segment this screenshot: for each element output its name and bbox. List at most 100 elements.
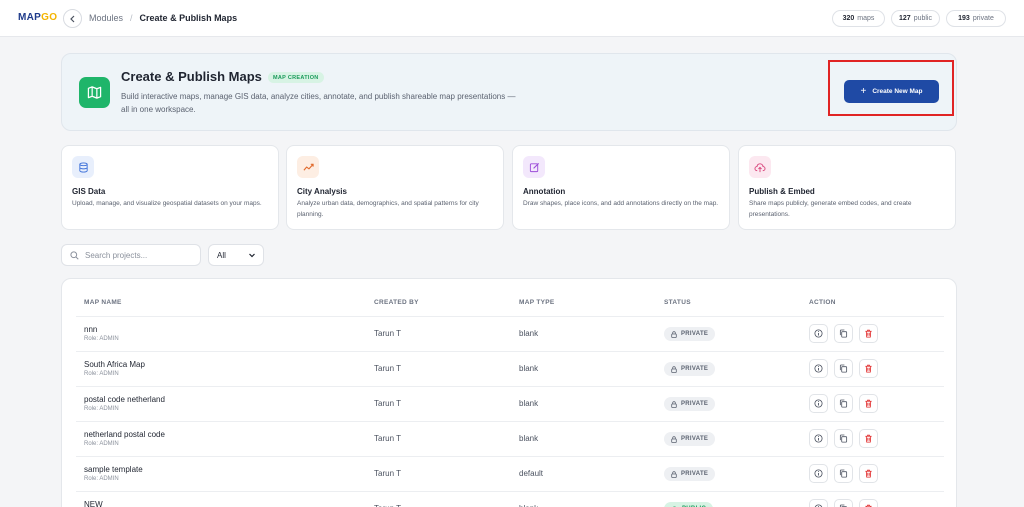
map-type: blank — [519, 364, 539, 373]
edit-icon — [523, 156, 545, 178]
map-role: Role: ADMIN — [84, 406, 119, 412]
info-icon — [814, 329, 823, 338]
trash-icon — [865, 469, 872, 478]
map-name[interactable]: sample template — [84, 465, 143, 474]
status-badge: PRIVATE — [664, 362, 716, 376]
copy-icon — [839, 329, 848, 338]
map-name[interactable]: netherland postal code — [84, 430, 165, 439]
duplicate-button[interactable] — [834, 464, 853, 483]
created-by: Tarun T — [374, 469, 401, 478]
created-by: Tarun T — [374, 329, 401, 338]
status-label: PRIVATE — [681, 331, 709, 337]
column-header-status: STATUS — [664, 299, 691, 306]
private-count-badge: 193 private — [946, 10, 1006, 27]
public-count-badge: 127 public — [891, 10, 940, 27]
status-badge: PUBLIC — [664, 502, 714, 507]
duplicate-button[interactable] — [834, 429, 853, 448]
top-bar: MAPGO Modules / Create & Publish Maps 32… — [0, 0, 1024, 37]
database-icon — [72, 156, 94, 178]
highlight-annotation — [828, 60, 954, 116]
status-badge: PRIVATE — [664, 467, 716, 481]
feature-card-city-analysis[interactable]: City Analysis Analyze urban data, demogr… — [286, 145, 504, 230]
copy-icon — [839, 399, 848, 408]
table-row[interactable]: South Africa Map Role: ADMIN Tarun T blank P… — [76, 351, 944, 386]
maps-table: MAP NAME CREATED BY MAP TYPE STATUS ACTI… — [61, 278, 957, 507]
breadcrumb-modules[interactable]: Modules — [89, 13, 123, 23]
back-button[interactable] — [63, 9, 82, 28]
map-name[interactable]: NEW — [84, 500, 103, 507]
copy-icon — [839, 364, 848, 373]
table-row[interactable]: NEWRole: ADMINTarun TblankPUBLIC — [76, 491, 944, 507]
delete-button[interactable] — [859, 429, 878, 448]
table-row[interactable]: nnn Role: ADMIN Tarun T blank PRIVATE — [76, 316, 944, 351]
page-title: Create & Publish Maps — [121, 69, 262, 84]
feature-title: Publish & Embed — [749, 187, 815, 196]
delete-button[interactable] — [859, 324, 878, 343]
map-role: Role: ADMIN — [84, 476, 119, 482]
map-role: Role: ADMIN — [84, 336, 119, 342]
copy-icon — [839, 434, 848, 443]
feature-description: Analyze urban data, demographics, and sp… — [297, 200, 479, 218]
lock-icon — [671, 400, 677, 408]
logo-accent: GO — [41, 12, 58, 23]
column-header-created-by: CREATED BY — [374, 299, 419, 306]
feature-card-publish-embed[interactable]: Publish & Embed Share maps publicly, gen… — [738, 145, 956, 230]
feature-description: Upload, manage, and visualize geospatial… — [72, 200, 262, 207]
lock-icon — [671, 365, 677, 373]
page-description: Build interactive maps, manage GIS data,… — [121, 92, 516, 114]
copy-icon — [839, 469, 848, 478]
status-badge: PRIVATE — [664, 397, 716, 411]
feature-description: Share maps publicly, generate embed code… — [749, 200, 912, 218]
map-name[interactable]: postal code netherland — [84, 395, 165, 404]
delete-button[interactable] — [859, 464, 878, 483]
feature-card-annotation[interactable]: Annotation Draw shapes, place icons, and… — [512, 145, 730, 230]
search-icon — [70, 250, 79, 260]
trash-icon — [865, 434, 872, 443]
breadcrumb-separator: / — [130, 13, 133, 23]
info-button[interactable] — [809, 394, 828, 413]
delete-button[interactable] — [859, 394, 878, 413]
cloud-upload-icon — [749, 156, 771, 178]
status-badge: PRIVATE — [664, 327, 716, 341]
map-role: Role: ADMIN — [84, 371, 119, 377]
duplicate-button[interactable] — [834, 324, 853, 343]
status-filter-select[interactable]: All — [208, 244, 264, 266]
info-button[interactable] — [809, 359, 828, 378]
delete-button[interactable] — [859, 499, 878, 507]
delete-button[interactable] — [859, 359, 878, 378]
duplicate-button[interactable] — [834, 359, 853, 378]
created-by: Tarun T — [374, 364, 401, 373]
created-by: Tarun T — [374, 399, 401, 408]
map-name[interactable]: South Africa Map — [84, 360, 145, 369]
table-row[interactable]: postal code netherland Role: ADMIN Tarun T… — [76, 386, 944, 421]
duplicate-button[interactable] — [834, 499, 853, 507]
map-type: default — [519, 469, 544, 478]
trash-icon — [865, 399, 872, 408]
map-name[interactable]: nnn — [84, 325, 97, 334]
info-icon — [814, 364, 823, 373]
column-header-map-name: MAP NAME — [84, 299, 122, 306]
breadcrumb: Modules / Create & Publish Maps — [89, 13, 237, 23]
info-button[interactable] — [809, 324, 828, 343]
search-input[interactable] — [85, 250, 185, 260]
info-button[interactable] — [809, 499, 828, 507]
feature-card-gis-data[interactable]: GIS Data Upload, manage, and visualize g… — [61, 145, 279, 230]
trash-icon — [865, 364, 872, 373]
map-type: blank — [519, 399, 539, 408]
map-type: blank — [519, 434, 539, 443]
app-logo[interactable]: MAPGO — [18, 12, 57, 23]
status-label: PRIVATE — [681, 401, 709, 407]
search-box — [61, 244, 201, 266]
duplicate-button[interactable] — [834, 394, 853, 413]
chevron-down-icon — [249, 253, 255, 258]
trend-icon — [297, 156, 319, 178]
info-button[interactable] — [809, 429, 828, 448]
table-row[interactable]: netherland postal code Role: ADMIN Tarun T… — [76, 421, 944, 456]
info-button[interactable] — [809, 464, 828, 483]
status-badge: PRIVATE — [664, 432, 716, 446]
map-icon — [79, 77, 110, 108]
hero-banner: Create & Publish Maps MAP CREATION Build… — [61, 53, 957, 131]
info-icon — [814, 434, 823, 443]
breadcrumb-current: Create & Publish Maps — [139, 13, 238, 23]
table-row[interactable]: sample template Role: ADMIN Tarun T default… — [76, 456, 944, 491]
